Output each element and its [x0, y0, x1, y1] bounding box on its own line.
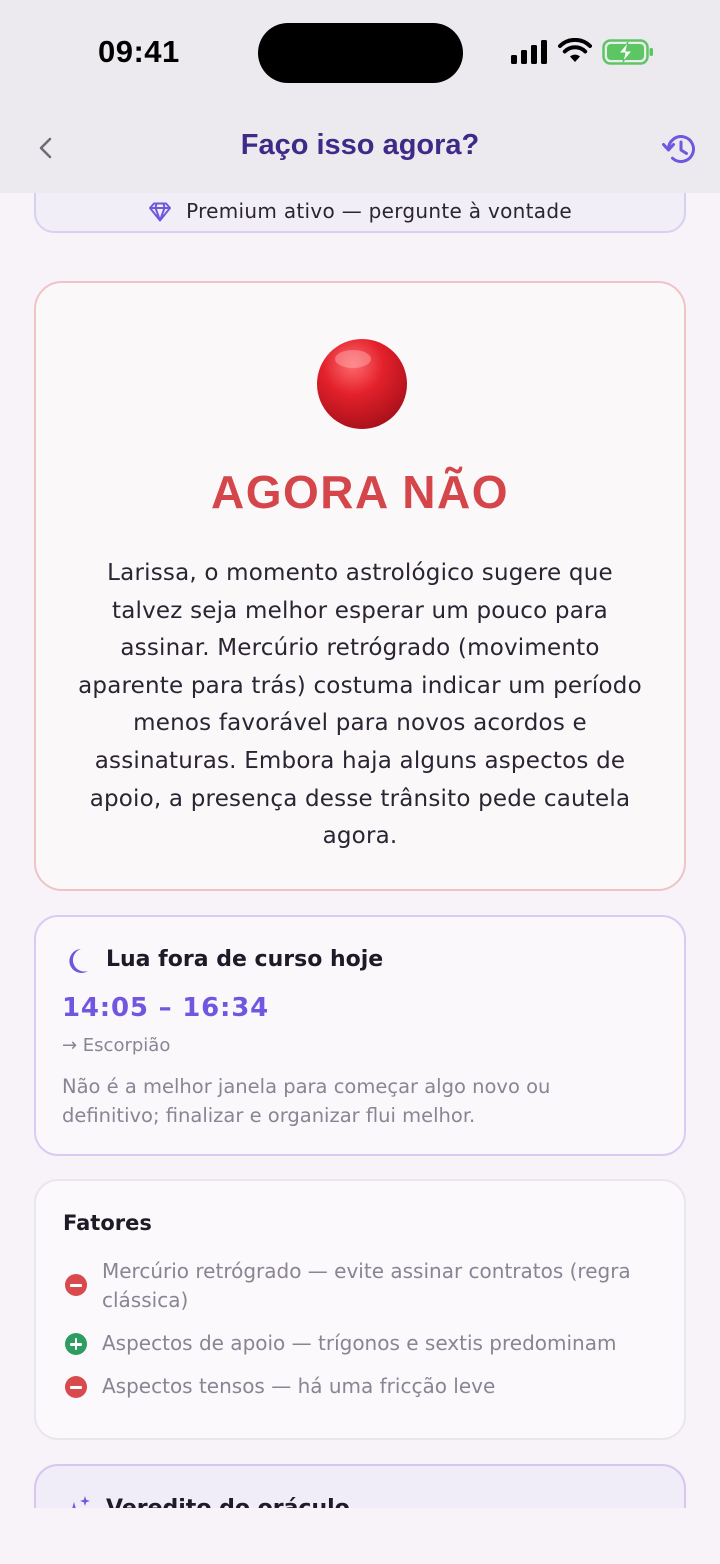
navigation-bar: Faço isso agora? — [0, 105, 720, 193]
verdict-card: AGORA NÃO Larissa, o momento astrológico… — [34, 281, 686, 891]
wifi-icon — [558, 38, 592, 62]
moon-time-range: 14:05 – 16:34 — [62, 993, 270, 1023]
premium-banner: Premium ativo — pergunte à vontade — [34, 193, 686, 233]
crescent-moon-icon — [69, 949, 88, 973]
history-icon[interactable] — [660, 129, 700, 169]
factors-card: Fatores Mercúrio retrógrado — evite assi… — [34, 1179, 686, 1440]
factors-title: Fatores — [63, 1211, 152, 1235]
factor-text: Aspectos tensos — há uma fricção leve — [102, 1374, 496, 1398]
oracle-title: Veredito do oráculo — [106, 1496, 350, 1508]
minus-circle-icon — [65, 1274, 87, 1296]
verdict-explanation: Larissa, o momento astrológico sugere qu… — [78, 560, 642, 850]
factor-text: Aspectos de apoio — trígonos e sextis pr… — [102, 1331, 617, 1355]
bottom-safe-area — [0, 1508, 720, 1564]
moon-next-sign: → Escorpião — [62, 1035, 171, 1056]
diamond-icon — [149, 202, 172, 222]
red-circle-icon — [317, 339, 407, 429]
verdict-title: AGORA NÃO — [210, 466, 509, 518]
dynamic-island — [258, 23, 463, 83]
sparkles-icon — [72, 1496, 90, 1508]
plus-circle-icon — [65, 1333, 87, 1355]
moon-card-title: Lua fora de curso hoje — [106, 947, 384, 972]
status-bar: 09:41 — [0, 0, 720, 105]
oracle-verdict-card[interactable]: Veredito do oráculo — [34, 1464, 686, 1508]
page-title: Faço isso agora? — [240, 129, 480, 161]
minus-circle-icon — [65, 1376, 87, 1398]
moon-void-card: Lua fora de curso hoje 14:05 – 16:34 → E… — [34, 915, 686, 1156]
moon-note: Não é a melhor janela para começar algo … — [62, 1075, 551, 1127]
cellular-signal-icon — [511, 40, 547, 64]
status-time: 09:41 — [98, 34, 180, 69]
premium-text: Premium ativo — pergunte à vontade — [186, 199, 572, 223]
scroll-content[interactable]: Premium ativo — pergunte à vontade AGORA… — [0, 193, 720, 1508]
factor-text: Mercúrio retrógrado — evite assinar cont… — [102, 1259, 631, 1312]
battery-charging-icon — [602, 39, 653, 65]
